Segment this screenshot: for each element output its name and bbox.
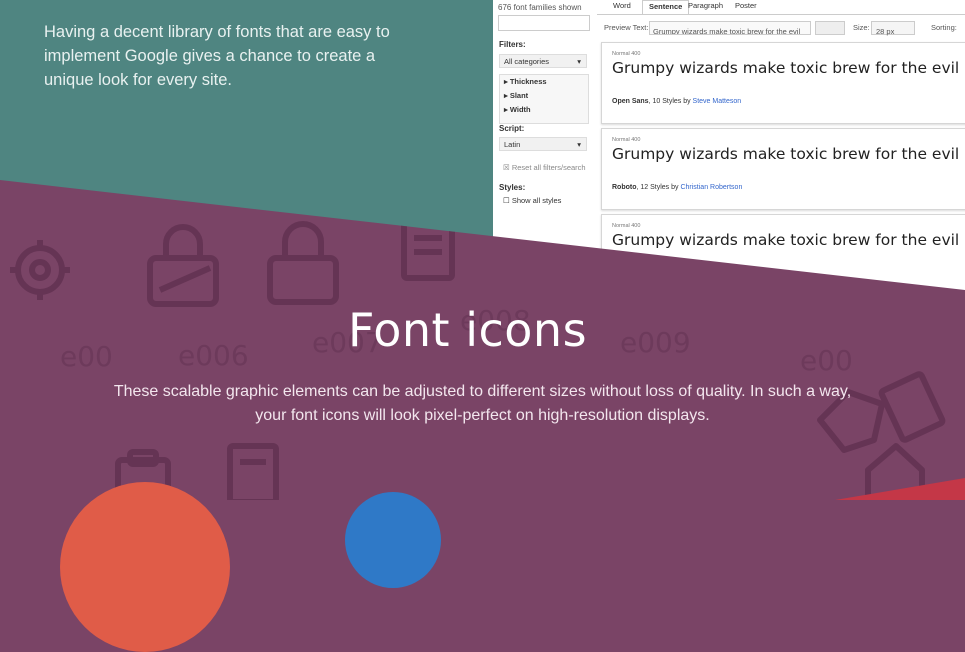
font-meta: Roboto, 12 Styles by Christian Robertson — [612, 184, 742, 191]
font-weight-label: Normal 400 — [612, 223, 641, 229]
tab-paragraph[interactable]: Paragraph — [682, 0, 729, 14]
preview-toolbar: Preview Text: Grumpy wizards make toxic … — [597, 20, 965, 36]
font-weight-label: Normal 400 — [612, 137, 641, 143]
filter-thickness[interactable]: ▸ Thickness — [500, 75, 588, 89]
author-link[interactable]: Steve Matteson — [693, 98, 742, 105]
size-select[interactable]: 28 px — [871, 21, 915, 36]
sorting-label: Sorting: — [931, 23, 957, 32]
font-sample: Grumpy wizards make toxic brew for the e… — [612, 59, 965, 77]
preview-text-label: Preview Text: — [604, 23, 649, 32]
font-styles: , 12 Styles by — [636, 184, 681, 191]
show-all-label: Show all styles — [511, 196, 562, 205]
script-value: Latin — [504, 140, 521, 149]
search-input[interactable] — [498, 15, 590, 31]
filters-label: Filters: — [499, 40, 526, 49]
script-label: Script: — [499, 124, 525, 133]
chevron-down-icon: ▾ — [577, 140, 581, 149]
blue-circle-shape — [345, 492, 441, 588]
chevron-down-icon: ▾ — [577, 57, 581, 66]
preview-text-value: Grumpy wizards make toxic brew for the e… — [653, 27, 801, 35]
close-icon: ☒ — [503, 163, 512, 172]
filter-width[interactable]: ▸ Width — [500, 103, 588, 117]
preview-text-input[interactable]: Grumpy wizards make toxic brew for the e… — [649, 21, 811, 35]
category-value: All categories — [504, 57, 550, 66]
font-name: Roboto — [612, 184, 637, 191]
tab-word[interactable]: Word — [607, 0, 637, 14]
font-weight-label: Normal 400 — [612, 51, 641, 57]
size-label: Size: — [853, 23, 870, 32]
font-styles: , 10 Styles by — [648, 98, 693, 105]
script-select[interactable]: Latin ▾ — [499, 137, 587, 151]
filter-accordion: ▸ Thickness ▸ Slant ▸ Width — [499, 74, 589, 124]
font-card[interactable]: Normal 400 Grumpy wizards make toxic bre… — [601, 42, 965, 124]
font-sample: Grumpy wizards make toxic brew for the e… — [612, 145, 965, 163]
font-name: Open Sans — [612, 98, 649, 105]
checkbox-icon: ☐ — [503, 196, 512, 205]
reset-label: Reset all filters/search — [511, 163, 586, 172]
font-count: 676 font families shown — [498, 3, 582, 12]
font-card[interactable]: Normal 400 Grumpy wizards make toxic bre… — [601, 128, 965, 210]
red-circle-shape — [60, 482, 230, 652]
author-link[interactable]: Christian Robertson — [680, 184, 742, 191]
category-select[interactable]: All categories ▾ — [499, 54, 587, 68]
font-sample: Grumpy wizards make toxic brew for the e… — [612, 231, 965, 249]
font-meta: Open Sans, 10 Styles by Steve Matteson — [612, 98, 741, 105]
styles-label: Styles: — [499, 183, 526, 192]
filter-slant[interactable]: ▸ Slant — [500, 89, 588, 103]
show-all-styles-checkbox[interactable]: ☐ Show all styles — [503, 196, 561, 205]
section-title: Font icons — [347, 303, 588, 357]
intro-text: Having a decent library of fonts that ar… — [44, 23, 390, 89]
tab-poster[interactable]: Poster — [729, 0, 763, 14]
section-description: These scalable graphic elements can be a… — [113, 383, 852, 424]
size-value: 28 px — [876, 27, 895, 36]
keyboard-icon[interactable] — [815, 21, 845, 35]
tab-divider — [597, 14, 965, 15]
reset-filters-link[interactable]: ☒ Reset all filters/search — [503, 163, 586, 172]
